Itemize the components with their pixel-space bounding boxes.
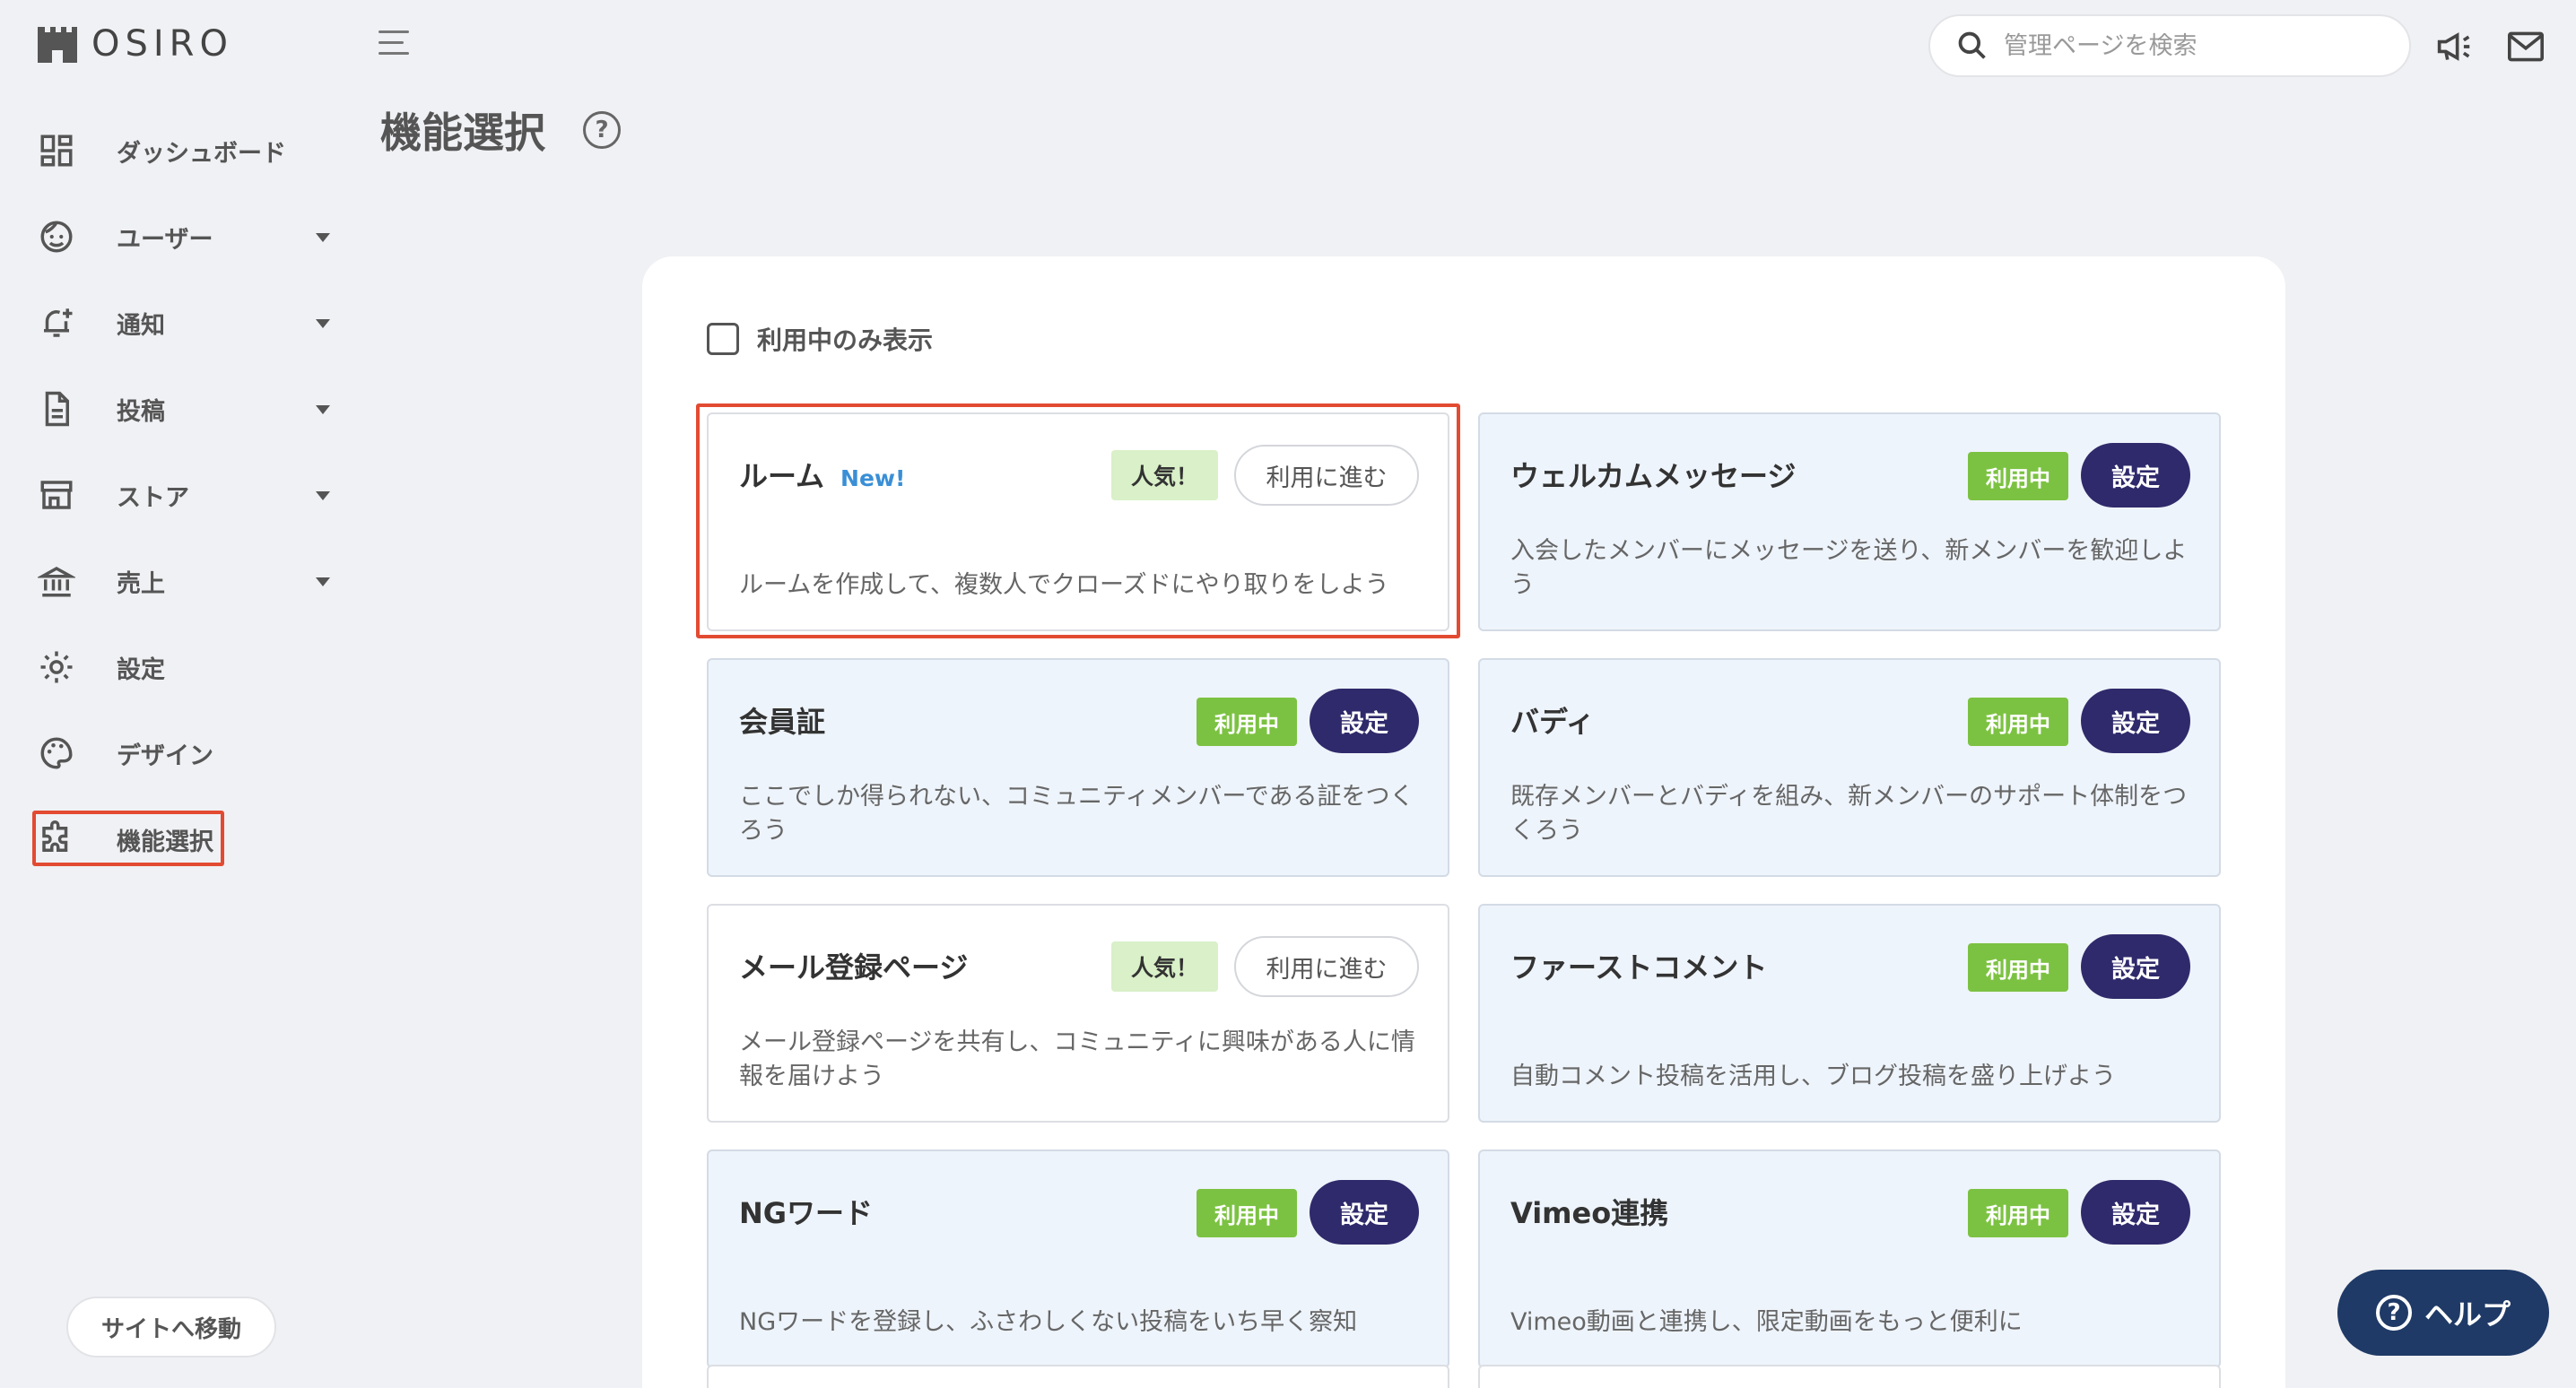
chevron-down-icon[interactable] [316, 577, 330, 586]
settings-button[interactable]: 設定 [2081, 689, 2190, 753]
announcement-megaphone-icon[interactable] [2434, 29, 2474, 65]
card-highlight [696, 403, 1460, 638]
in-use-badge: 利用中 [1968, 452, 2068, 500]
chevron-down-icon[interactable] [316, 405, 330, 414]
in-use-badge: 利用中 [1968, 698, 2068, 746]
sidebar-item-label: ストア [117, 483, 189, 512]
go-to-site-button[interactable]: サイトへ移動 [66, 1297, 276, 1358]
user-face-icon [34, 214, 79, 259]
store-icon [34, 473, 79, 517]
settings-button[interactable]: 設定 [2081, 1180, 2190, 1245]
help-button[interactable]: ? ヘルプ [2337, 1270, 2549, 1356]
search-icon [1958, 31, 1986, 59]
settings-button[interactable]: 設定 [1310, 1180, 1419, 1245]
feature-card-partial [1478, 1365, 2221, 1388]
help-question-icon[interactable]: ? [583, 111, 621, 149]
gear-icon [34, 645, 79, 690]
card-title: ファーストコメント [1510, 950, 1768, 985]
start-using-button[interactable]: 利用に進む [1234, 936, 1419, 997]
sidebar-item-settings[interactable]: 設定 [34, 624, 330, 710]
sidebar-nav: ダッシュボード ユーザー 通知 投稿 ストア 売上 設定 デザイン 機能選択 [32, 108, 330, 882]
chevron-down-icon[interactable] [316, 233, 330, 242]
card-description: ここでしか得られない、コミュニティメンバーである証をつくろう [739, 783, 1414, 845]
settings-button[interactable]: 設定 [1310, 689, 1419, 753]
sidebar-item-label: デザイン [117, 742, 213, 770]
card-title: バディ [1510, 705, 1595, 739]
popular-badge: 人気！ [1110, 941, 1218, 992]
in-use-badge: 利用中 [1197, 698, 1297, 746]
in-use-filter[interactable]: 利用中のみ表示 [707, 321, 933, 357]
search-input[interactable] [2004, 31, 2380, 60]
sidebar-item-dashboard[interactable]: ダッシュボード [34, 108, 330, 194]
help-button-label: ヘルプ [2424, 1297, 2511, 1332]
bell-add-icon [34, 300, 79, 345]
page-title: 機能選択 [380, 108, 545, 157]
card-title: NGワード [739, 1196, 874, 1230]
card-description: Vimeo動画と連携し、限定動画をもっと便利に [1510, 1308, 2023, 1336]
settings-button[interactable]: 設定 [2081, 934, 2190, 999]
sidebar-item-label: ユーザー [117, 225, 213, 254]
sidebar-item-users[interactable]: ユーザー [34, 194, 330, 280]
feature-card-welcome-message: ウェルカムメッセージ 利用中 設定 入会したメンバーにメッセージを送り、新メンバ… [1478, 412, 2221, 631]
bank-icon [34, 559, 79, 603]
sidebar-item-features[interactable]: 機能選択 [32, 796, 330, 882]
sidebar-item-sales[interactable]: 売上 [34, 538, 330, 624]
chevron-down-icon[interactable] [316, 491, 330, 500]
feature-card-ng-word: NGワード 利用中 設定 NGワードを登録し、ふさわしくない投稿をいち早く察知 [707, 1149, 1449, 1368]
sidebar-item-posts[interactable]: 投稿 [34, 366, 330, 452]
in-use-badge: 利用中 [1197, 1189, 1297, 1237]
help-icon: ? [2375, 1295, 2412, 1331]
sidebar-item-label: 通知 [117, 311, 165, 340]
document-icon [34, 386, 79, 431]
in-use-only-checkbox[interactable] [707, 323, 739, 355]
feature-card-partial [707, 1365, 1449, 1388]
active-item-highlight [32, 811, 224, 866]
feature-card-mail-registration: メール登録ページ 人気！ 利用に進む メール登録ページを共有し、コミュニティに興… [707, 904, 1449, 1123]
feature-card-buddy: バディ 利用中 設定 既存メンバーとバディを組み、新メンバーのサポート体制をつく… [1478, 658, 2221, 877]
card-description: NGワードを登録し、ふさわしくない投稿をいち早く察知 [739, 1308, 1358, 1336]
filter-label: 利用中のみ表示 [757, 325, 934, 355]
sidebar-item-store[interactable]: ストア [34, 452, 330, 538]
card-description: メール登録ページを共有し、コミュニティに興味がある人に情報を届けよう [739, 1028, 1415, 1090]
sidebar-item-label: 売上 [117, 569, 165, 598]
sidebar-item-design[interactable]: デザイン [34, 710, 330, 796]
card-description: 入会したメンバーにメッセージを送り、新メンバーを歓迎しよう [1510, 537, 2188, 599]
sidebar-item-label: 投稿 [117, 397, 165, 426]
castle-logo-icon [38, 27, 77, 63]
mail-icon[interactable] [2506, 29, 2546, 65]
feature-card-first-comment: ファーストコメント 利用中 設定 自動コメント投稿を活用し、ブログ投稿を盛り上げ… [1478, 904, 2221, 1123]
card-title: メール登録ページ [739, 950, 969, 985]
in-use-badge: 利用中 [1968, 943, 2068, 992]
feature-card-membership: 会員証 利用中 設定 ここでしか得られない、コミュニティメンバーである証をつくろ… [707, 658, 1449, 877]
card-description: 既存メンバーとバディを組み、新メンバーのサポート体制をつくろう [1510, 783, 2188, 845]
sidebar-item-label: ダッシュボード [117, 139, 286, 168]
brand-logo[interactable]: OSIRO [36, 23, 233, 65]
brand-name: OSIRO [91, 23, 233, 65]
search-box[interactable] [1928, 14, 2411, 77]
in-use-badge: 利用中 [1968, 1189, 2068, 1237]
card-title: ウェルカムメッセージ [1510, 459, 1797, 493]
card-title: Vimeo連携 [1510, 1196, 1669, 1230]
settings-button[interactable]: 設定 [2081, 443, 2190, 507]
dashboard-icon [34, 128, 79, 173]
sidebar-item-label: 設定 [117, 655, 165, 684]
chevron-down-icon[interactable] [316, 319, 330, 328]
sidebar-item-notifications[interactable]: 通知 [34, 280, 330, 366]
palette-icon [34, 731, 79, 776]
feature-card-vimeo: Vimeo連携 利用中 設定 Vimeo動画と連携し、限定動画をもっと便利に [1478, 1149, 2221, 1368]
card-description: 自動コメント投稿を活用し、ブログ投稿を盛り上げよう [1510, 1063, 2116, 1090]
menu-toggle-icon[interactable] [379, 30, 409, 59]
card-title: 会員証 [739, 705, 826, 739]
